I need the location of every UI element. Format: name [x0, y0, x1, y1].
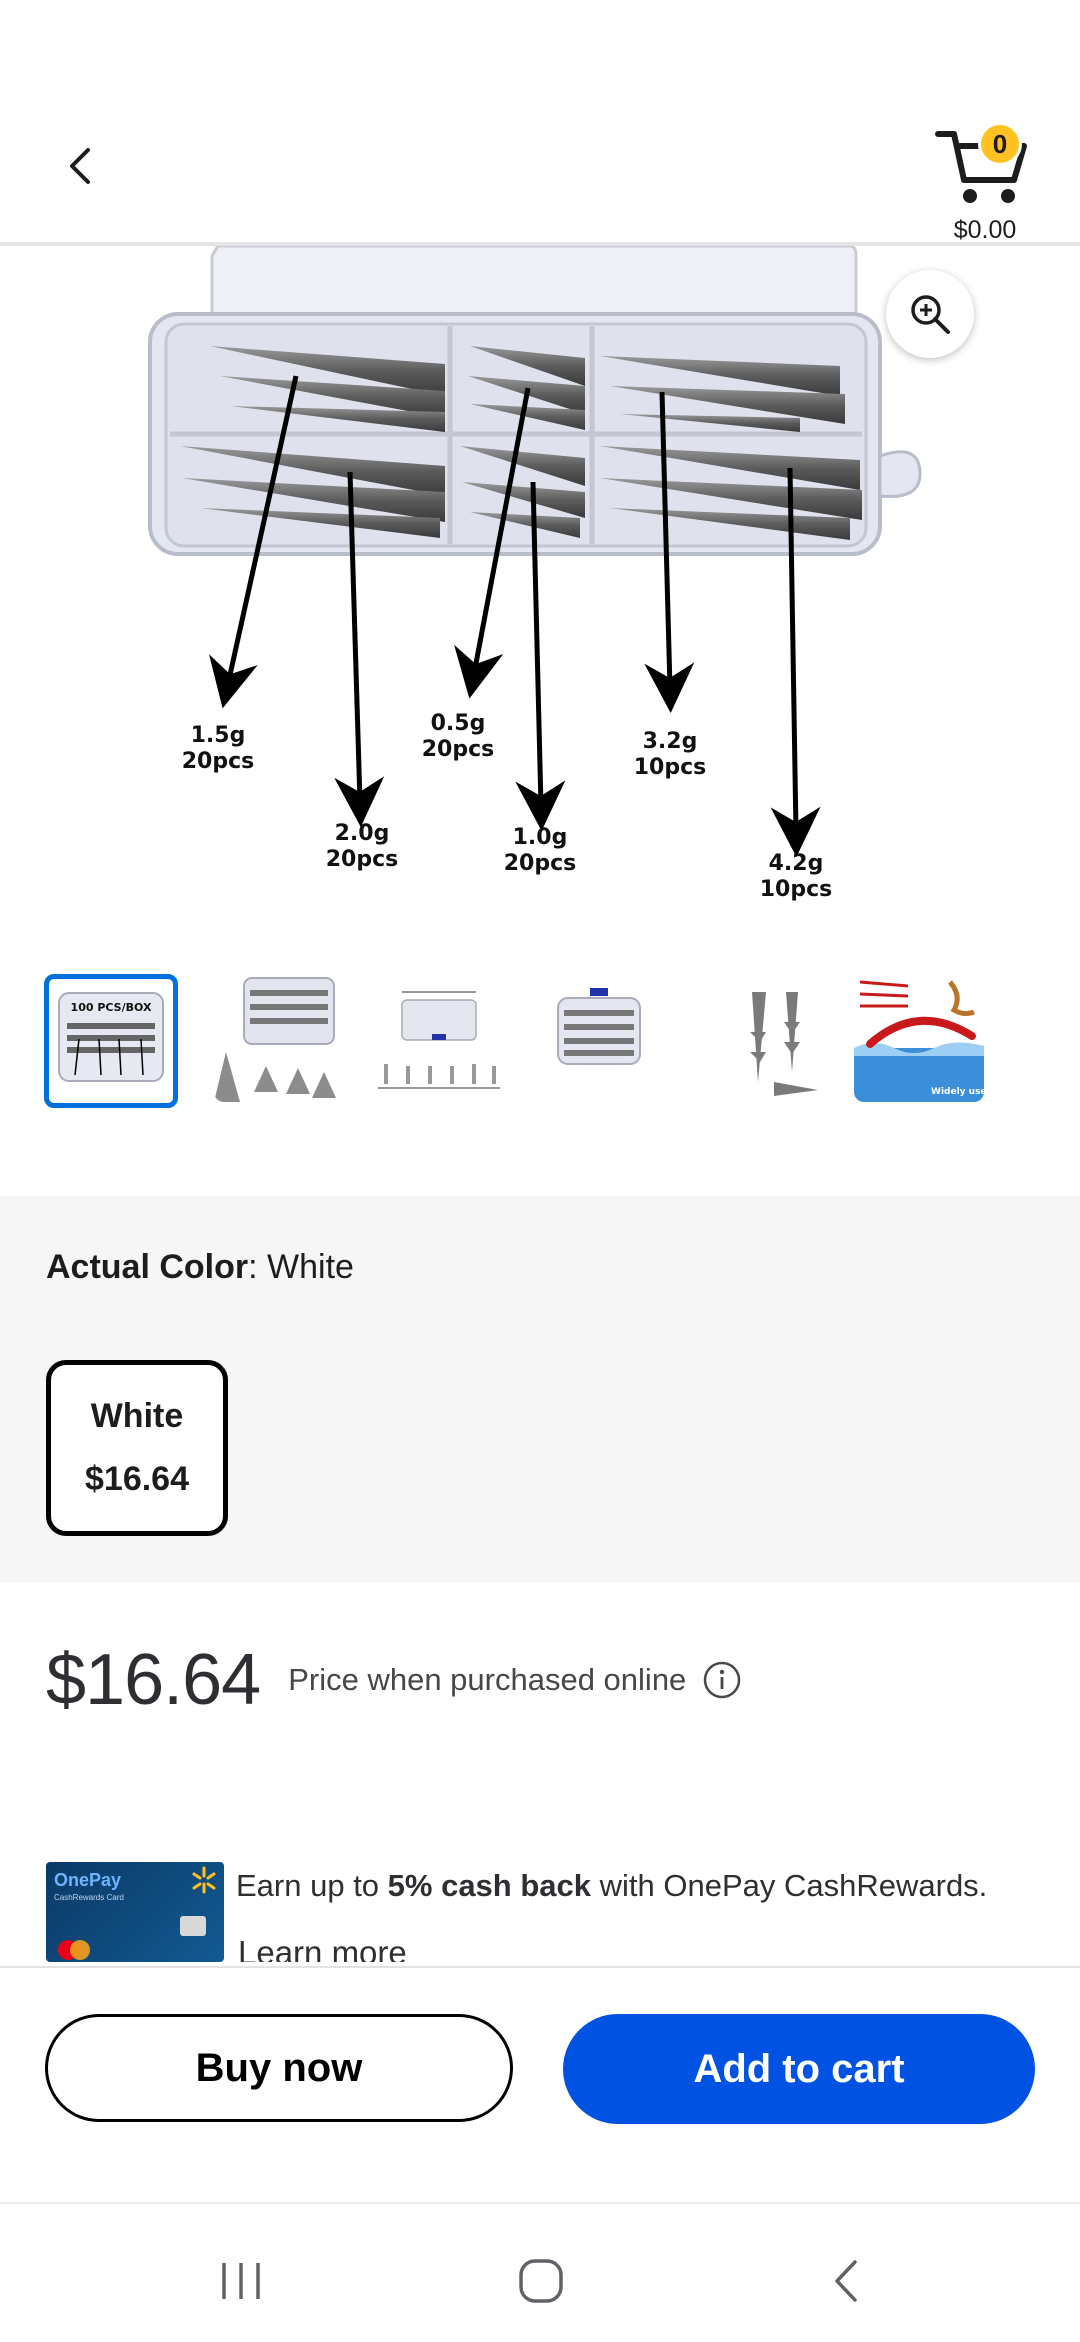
label-count: 20pcs: [504, 851, 577, 876]
thumbnail-caption: Widely used: [931, 1087, 984, 1097]
thumbnail[interactable]: Widely used: [854, 972, 984, 1102]
product-price: $16.64: [46, 1640, 261, 1720]
back-icon: [835, 2260, 857, 2302]
system-navigation-bar: [0, 2202, 1080, 2342]
actual-color-value: White: [267, 1248, 354, 1286]
price-note: Price when purchased online: [288, 1662, 687, 1697]
cart-button[interactable]: 0 $0.00: [920, 114, 1050, 244]
learn-more-link[interactable]: Learn more: [238, 1934, 407, 1962]
info-icon: [704, 1661, 741, 1699]
onepay-card-image: OnePay CashRewards Card: [46, 1862, 224, 1962]
thumbnail[interactable]: 100 PCS/BOX: [44, 974, 178, 1108]
label-count: 20pcs: [182, 749, 255, 774]
thumbnail[interactable]: [534, 972, 664, 1102]
label-weight: 4.2g: [769, 851, 824, 876]
add-to-cart-button[interactable]: Add to cart: [563, 2014, 1035, 2124]
label-count: 10pcs: [634, 755, 707, 780]
recent-apps-icon: [222, 2263, 260, 2299]
home-button[interactable]: [496, 2236, 586, 2326]
thumbnail-strip: 100 PCS/BOX Widely use: [44, 972, 1044, 1108]
onepay-promo: OnePay CashRewards Card Earn up to 5% ca…: [46, 1862, 1046, 1962]
back-button[interactable]: [52, 138, 108, 194]
variant-option-name: White: [90, 1397, 184, 1435]
label-weight: 3.2g: [643, 729, 698, 754]
variant-option-price: $16.64: [85, 1460, 189, 1498]
variant-option-white[interactable]: White $16.64: [46, 1360, 228, 1536]
label-weight: 2.0g: [335, 821, 390, 846]
thumbnail[interactable]: [214, 972, 344, 1102]
svg-text:CashRewards Card: CashRewards Card: [54, 1893, 124, 1902]
buy-now-button[interactable]: Buy now: [45, 2014, 513, 2122]
product-image[interactable]: 1.5g 20pcs 2.0g 20pcs 0.5g 20pcs 1.0g 20…: [0, 246, 1080, 926]
label-count: 10pcs: [760, 877, 833, 902]
action-bar: Buy now Add to cart: [0, 1966, 1080, 2204]
promo-text: Earn up to 5% cash back with OnePay Cash…: [236, 1868, 988, 1903]
variant-section: Actual Color: White White $16.64: [0, 1196, 1080, 1582]
zoom-in-icon: [911, 295, 950, 334]
label-weight: 0.5g: [431, 711, 486, 736]
app-header: 0 $0.00: [0, 96, 1080, 246]
info-button[interactable]: [702, 1660, 742, 1700]
system-back-button[interactable]: [800, 2236, 890, 2326]
cart-count-badge: 0: [978, 122, 1022, 166]
label-count: 20pcs: [422, 737, 495, 762]
label-weight: 1.5g: [191, 723, 246, 748]
label-count: 20pcs: [326, 847, 399, 872]
cart-total: $0.00: [953, 216, 1017, 244]
price-row: $16.64 Price when purchased online: [46, 1640, 1046, 1720]
label-weight: 1.0g: [513, 825, 568, 850]
thumbnail[interactable]: [694, 972, 824, 1102]
thumbnail[interactable]: [374, 972, 504, 1102]
zoom-button[interactable]: [886, 270, 974, 358]
recent-apps-button[interactable]: [196, 2236, 286, 2326]
thumbnail-caption: 100 PCS/BOX: [71, 1001, 152, 1014]
home-icon: [519, 2259, 563, 2303]
actual-color-label: Actual Color: White: [46, 1248, 354, 1286]
svg-text:OnePay: OnePay: [54, 1870, 121, 1890]
chevron-left-icon: [70, 148, 90, 184]
status-bar: [0, 0, 1080, 96]
